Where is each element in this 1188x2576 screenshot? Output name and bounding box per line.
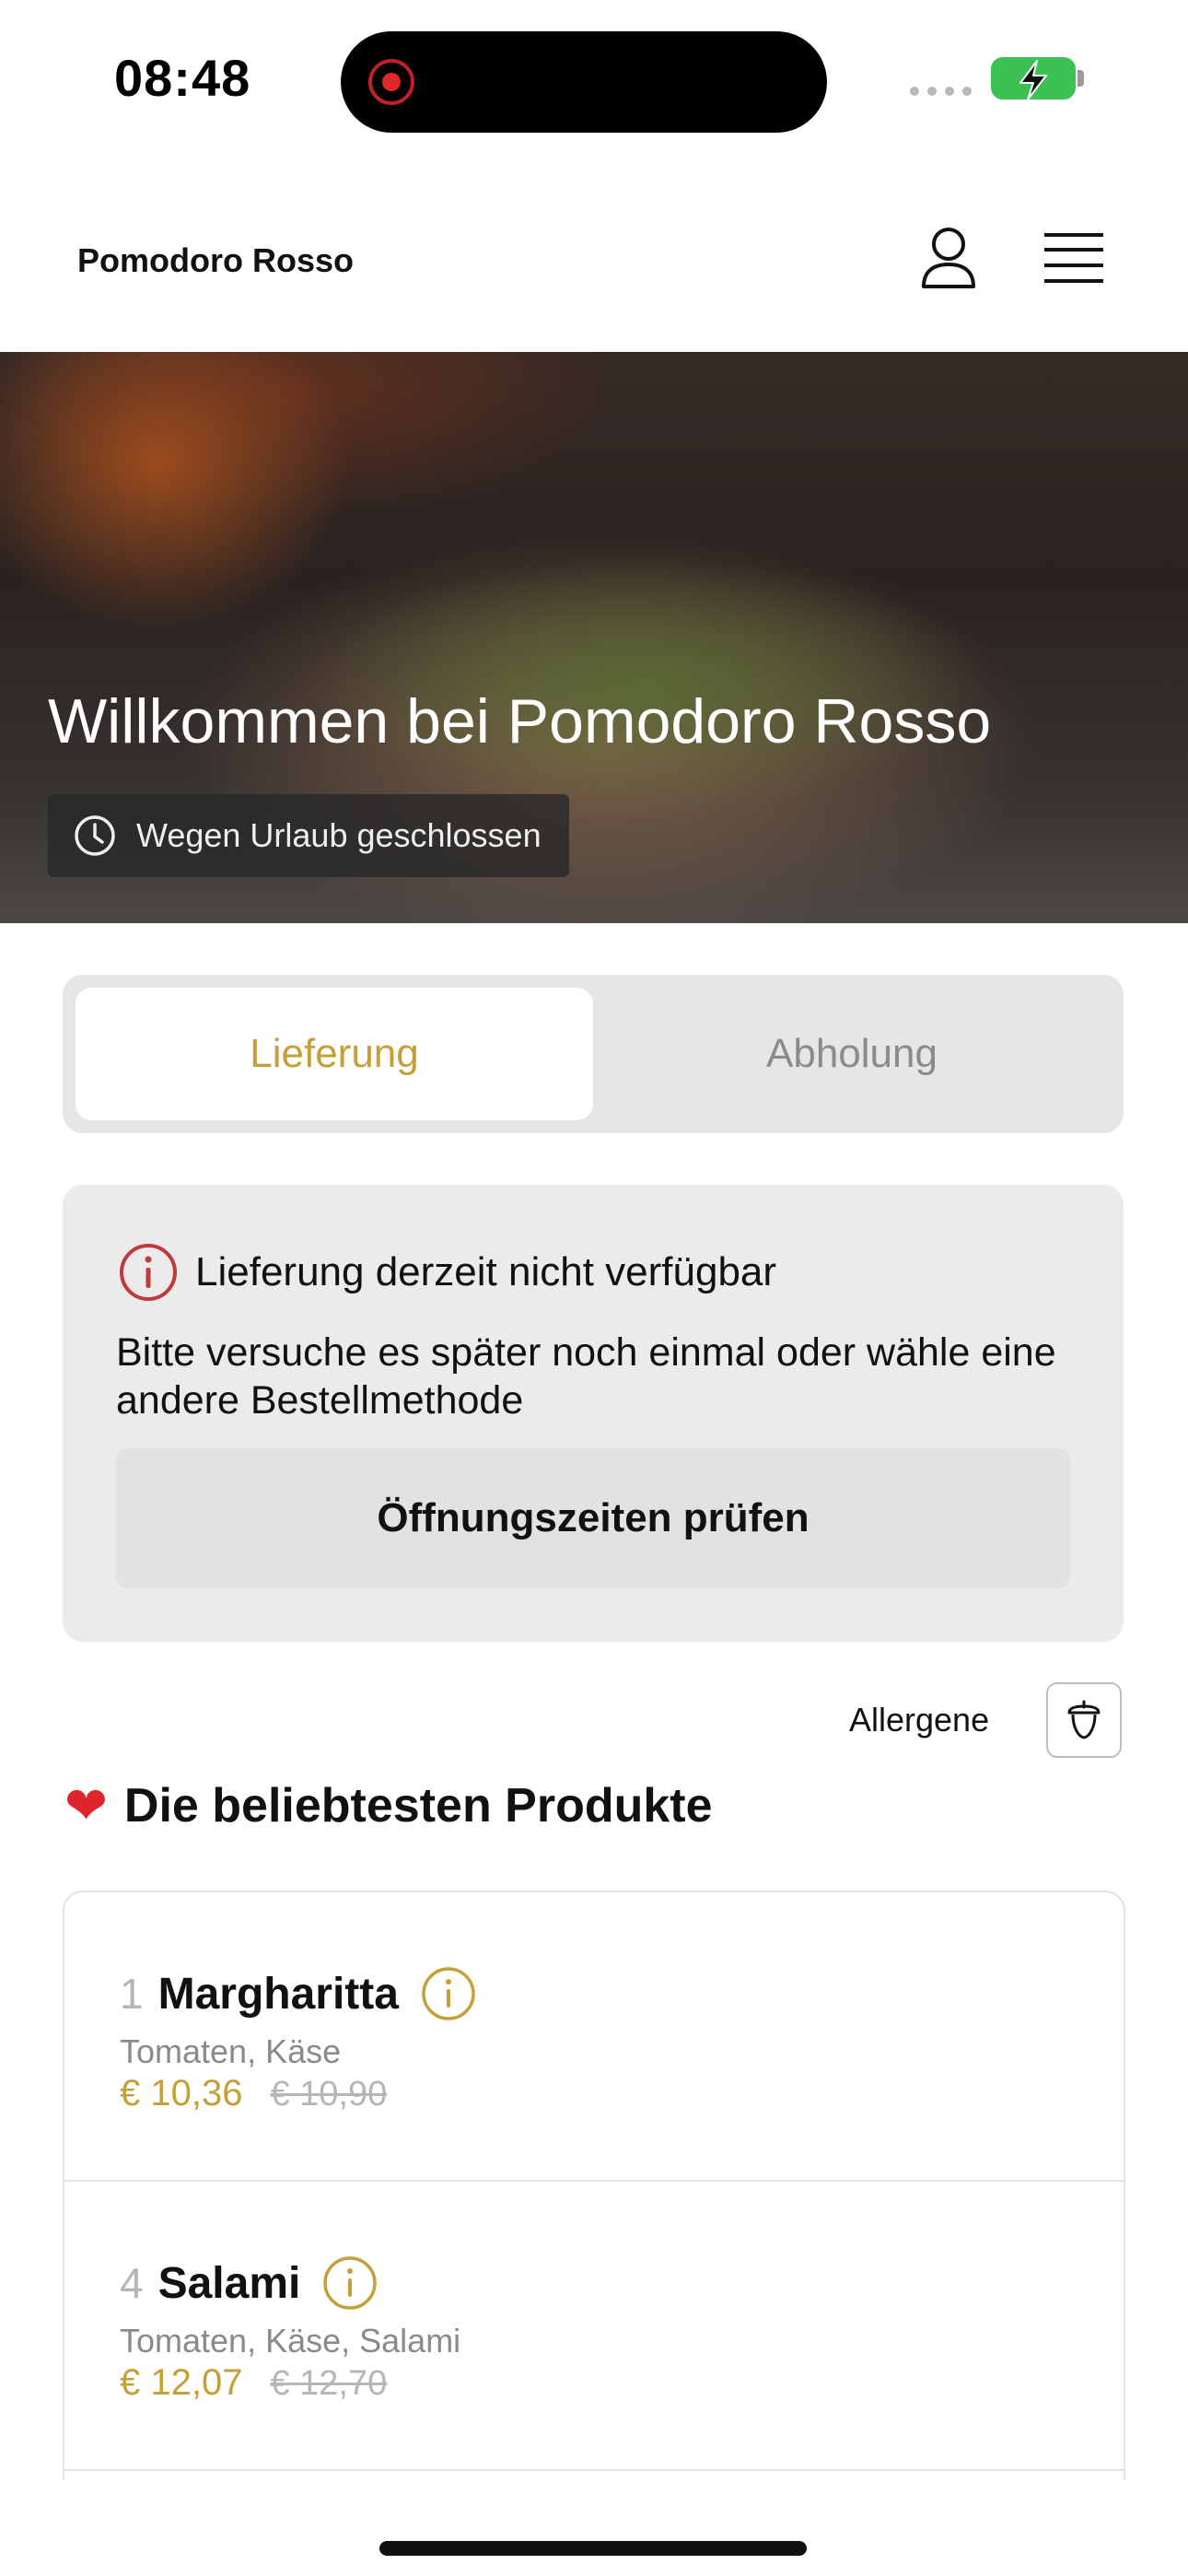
popular-products-list: 1 Margharitta Tomaten, Käse € 10,36 € 10… <box>63 1891 1125 2480</box>
notice-header: Lieferung derzeit nicht verfügbar <box>118 1242 776 1303</box>
status-bar: 08:48 <box>0 0 1188 157</box>
product-price-original: € 10,90 <box>270 2075 388 2113</box>
acorn-icon <box>1067 1700 1101 1739</box>
info-icon[interactable] <box>421 1966 476 2021</box>
tab-delivery[interactable]: Lieferung <box>76 988 593 1120</box>
product-header: 1 Margharitta <box>120 1966 476 2021</box>
battery-cap <box>1077 70 1084 87</box>
product-name: Salami <box>157 2258 301 2308</box>
notice-title: Lieferung derzeit nicht verfügbar <box>195 1249 777 1294</box>
delivery-unavailable-notice: Lieferung derzeit nicht verfügbar Bitte … <box>63 1185 1124 1642</box>
popular-section-title: Die beliebtesten Produkte <box>123 1779 713 1832</box>
product-price-current: € 12,07 <box>120 2362 243 2403</box>
product-card[interactable]: 1 Margharitta Tomaten, Käse € 10,36 € 10… <box>64 1892 1124 2182</box>
product-number: 1 <box>120 1970 144 2018</box>
home-indicator[interactable] <box>379 2541 807 2556</box>
heart-icon: ❤ <box>64 1776 108 1834</box>
info-circle-icon <box>120 1244 177 1301</box>
product-price-original: € 12,70 <box>270 2364 388 2403</box>
hero-banner: Willkommen bei Pomodoro Rosso Wegen Urla… <box>0 352 1188 923</box>
product-name: Margharitta <box>157 1969 399 2019</box>
allergen-filter-button[interactable] <box>1046 1682 1122 1758</box>
app-header: Pomodoro Rosso <box>0 184 1188 352</box>
brand-name[interactable]: Pomodoro Rosso <box>77 241 354 280</box>
product-description: Tomaten, Käse <box>120 2032 342 2070</box>
product-card[interactable]: 4 Salami Tomaten, Käse, Salami € 12,07 €… <box>64 2182 1124 2471</box>
product-price: € 10,36 € 10,90 <box>120 2073 387 2114</box>
menu-icon <box>1044 233 1103 283</box>
product-price-current: € 10,36 <box>120 2073 243 2113</box>
order-mode-toggle: Lieferung Abholung <box>63 975 1124 1133</box>
notice-body: Bitte versuche es später noch einmal ode… <box>116 1330 1056 1423</box>
allergen-label: Allergene <box>849 1701 990 1739</box>
dynamic-island <box>341 31 827 133</box>
screen-recording-icon <box>368 59 414 105</box>
product-number: 4 <box>120 2259 144 2307</box>
info-icon[interactable] <box>322 2255 378 2311</box>
product-price: € 12,07 € 12,70 <box>120 2362 387 2404</box>
product-header: 4 Salami <box>120 2255 378 2311</box>
popular-section-heading: ❤ Die beliebtesten Produkte <box>64 1778 713 1833</box>
battery-charging-icon <box>991 57 1076 100</box>
hero-title: Willkommen bei Pomodoro Rosso <box>48 686 992 756</box>
tab-pickup[interactable]: Abholung <box>593 988 1111 1120</box>
status-time: 08:48 <box>114 49 251 107</box>
menu-button[interactable] <box>1037 221 1111 295</box>
account-button[interactable] <box>912 221 985 295</box>
check-opening-hours-button[interactable]: Öffnungszeiten prüfen <box>116 1448 1070 1588</box>
clock-icon <box>75 815 115 856</box>
cellular-signal-icon <box>910 87 972 96</box>
user-icon <box>922 228 975 288</box>
product-description: Tomaten, Käse, Salami <box>120 2322 461 2359</box>
store-status-text: Wegen Urlaub geschlossen <box>136 816 542 854</box>
store-status-badge: Wegen Urlaub geschlossen <box>48 794 569 877</box>
